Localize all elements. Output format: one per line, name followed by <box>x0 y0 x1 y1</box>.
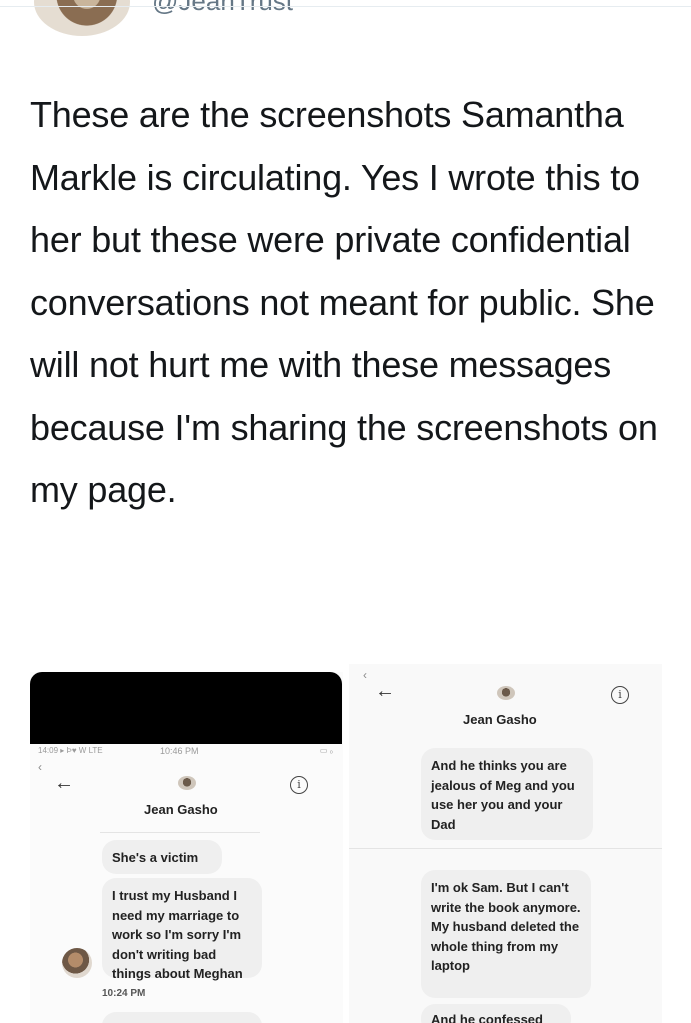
info-circle-icon: i <box>611 686 629 704</box>
arrow-left-icon: ← <box>375 680 395 702</box>
message-bubble: I'm ok Sam. But I can't write the book a… <box>421 870 591 998</box>
message-bubble: And he thinks you are jealous of Meg and… <box>421 748 593 840</box>
sender-avatar <box>62 948 92 978</box>
info-circle-icon: i <box>290 776 308 794</box>
contact-name: Jean Gasho <box>463 712 537 727</box>
contact-name: Jean Gasho <box>144 802 218 817</box>
message-bubble: She's a victim <box>102 840 222 874</box>
message-bubble: I trust my Husband I need my marriage to… <box>102 878 262 981</box>
author-handle[interactable]: @JeanTrust <box>152 0 293 17</box>
tweet-text: These are the screenshots Samantha Markl… <box>30 94 658 510</box>
chevron-left-icon: ‹ <box>363 668 367 682</box>
status-time: 10:46 PM <box>160 746 199 756</box>
status-bar: 14:09 ▸ Ϸ♥ W LTE 10:46 PM ▭ ₀ <box>38 746 333 760</box>
status-carrier: 14:09 ▸ Ϸ♥ W LTE <box>38 746 103 755</box>
divider <box>349 848 662 849</box>
tweet-header: @JeanTrust <box>0 0 691 44</box>
contact-avatar <box>178 776 196 790</box>
screenshot-right[interactable]: ‹ ← i Jean Gasho And he thinks you are j… <box>349 664 662 1023</box>
arrow-left-icon: ← <box>54 772 74 794</box>
redaction-block <box>30 672 342 744</box>
message-bubble-cut <box>102 1012 262 1023</box>
contact-avatar <box>497 686 515 700</box>
screenshot-left[interactable]: 14:09 ▸ Ϸ♥ W LTE 10:46 PM ▭ ₀ ‹ ← i Jean… <box>30 672 343 1023</box>
message-timestamp: 10:24 PM <box>102 988 146 999</box>
message-bubble: And he confessed <box>421 1004 571 1023</box>
chevron-left-icon: ‹ <box>38 760 42 774</box>
header-divider <box>0 6 691 7</box>
divider <box>100 832 260 833</box>
status-battery: ▭ ₀ <box>319 746 333 755</box>
